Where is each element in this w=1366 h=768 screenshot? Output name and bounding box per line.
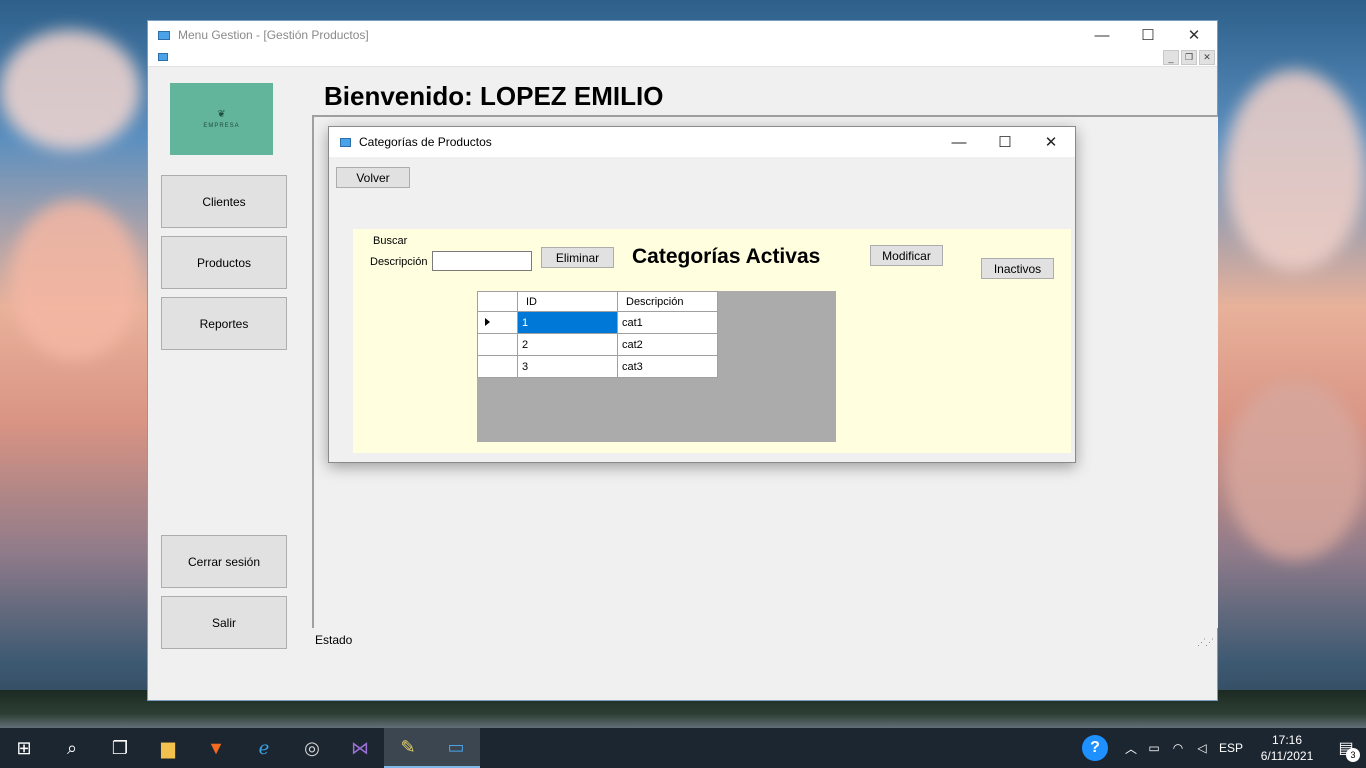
taskbar: ⊞ ⌕ ❐ ▆ ▼ ℯ ◎ ⋈ ✎ ▭ ? ︿ ▭ ◠ ◁ ESP 17:16 … [0,728,1366,768]
mdi-child-icon[interactable] [158,53,168,61]
status-label: Estado [315,633,353,647]
language-indicator[interactable]: ESP [1214,741,1248,755]
wifi-icon[interactable]: ◠ [1166,741,1190,755]
cell-id[interactable]: 3 [517,355,618,378]
minimize-button[interactable]: — [1079,21,1125,49]
child-maximize-button[interactable]: ☐ [982,127,1028,157]
child-window-title: Categorías de Productos [359,135,492,149]
table-row[interactable]: 2 cat2 [477,333,718,356]
search-icon[interactable]: ⌕ [48,728,96,768]
system-tray: ? ︿ ▭ ◠ ◁ ESP 17:16 6/11/2021 ▤ 3 [1082,728,1366,768]
logo-text: EMPRESA [203,122,240,129]
wallpaper-cloud [1225,70,1365,270]
column-header-id[interactable]: ID [517,291,618,312]
clock-date: 6/11/2021 [1260,749,1314,763]
mdi-menu-strip: _ ❐ ✕ [148,49,1217,67]
cell-id[interactable]: 2 [517,333,618,356]
chevron-up-icon[interactable]: ︿ [1120,740,1142,757]
modificar-button[interactable]: Modificar [870,245,943,266]
main-titlebar[interactable]: Menu Gestion - [Gestión Productos] — ☐ ✕ [148,21,1217,49]
notifications-icon[interactable]: ▤ 3 [1326,728,1366,768]
battery-icon[interactable]: ▭ [1142,741,1166,755]
inactivos-button[interactable]: Inactivos [981,258,1054,279]
mdi-minimize-button[interactable]: _ [1163,50,1179,65]
clock[interactable]: 17:16 6/11/2021 [1248,732,1326,764]
current-row-arrow-icon [485,317,490,326]
row-header[interactable] [477,333,518,356]
grid-header-row: ID Descripción [477,291,718,312]
volver-button[interactable]: Volver [336,167,410,188]
cell-descripcion[interactable]: cat3 [617,355,718,378]
wallpaper-cloud [10,200,140,360]
child-titlebar[interactable]: Categorías de Productos — ☐ ✕ [329,127,1075,157]
table-row[interactable]: 3 cat3 [477,355,718,378]
file-explorer-icon[interactable]: ▆ [144,728,192,768]
cell-descripcion[interactable]: cat2 [617,333,718,356]
volume-icon[interactable]: ◁ [1190,741,1214,755]
main-window-title: Menu Gestion - [Gestión Productos] [178,28,369,42]
cerrar-sesion-button[interactable]: Cerrar sesión [161,535,287,588]
mdi-restore-button[interactable]: ❐ [1181,50,1197,65]
categories-grid[interactable]: ID Descripción 1 cat1 2 cat2 3 cat3 [477,291,836,442]
reportes-button[interactable]: Reportes [161,297,287,350]
row-header-current[interactable] [477,311,518,334]
task-view-icon[interactable]: ❐ [96,728,144,768]
app-window-icon[interactable]: ▭ [432,728,480,768]
resize-grip-icon[interactable]: ⋰⋰ [1197,637,1214,648]
edge-icon[interactable]: ℯ [240,728,288,768]
app-icon [158,30,170,40]
descripcion-label: Descripción [370,256,428,268]
paint-icon[interactable]: ✎ [384,728,432,768]
mdi-close-button[interactable]: ✕ [1199,50,1215,65]
categorias-window: Categorías de Productos — ☐ ✕ Volver Bus… [328,126,1076,463]
salir-button[interactable]: Salir [161,596,287,649]
child-minimize-button[interactable]: — [936,127,982,157]
cell-id[interactable]: 1 [517,311,618,334]
table-row[interactable]: 1 cat1 [477,311,718,334]
eliminar-button[interactable]: Eliminar [541,247,614,268]
child-close-button[interactable]: ✕ [1028,127,1074,157]
row-header[interactable] [477,355,518,378]
buscar-label: Buscar [373,235,408,247]
maximize-button[interactable]: ☐ [1125,21,1171,49]
column-header-descripcion[interactable]: Descripción [617,291,718,312]
brave-browser-icon[interactable]: ▼ [192,728,240,768]
child-app-icon [340,137,351,147]
visual-studio-icon[interactable]: ⋈ [336,728,384,768]
categorias-activas-heading: Categorías Activas [632,245,821,268]
safari-icon[interactable]: ◎ [288,728,336,768]
notification-count-badge: 3 [1346,748,1360,762]
wallpaper-cloud [1225,380,1365,560]
logo-mark-icon: ❦ [217,108,226,120]
welcome-heading: Bienvenido: LOPEZ EMILIO [324,81,664,111]
clock-time: 17:16 [1271,733,1303,747]
company-logo: ❦ EMPRESA [170,83,273,155]
close-button[interactable]: ✕ [1171,21,1217,49]
productos-button[interactable]: Productos [161,236,287,289]
help-icon[interactable]: ? [1082,735,1108,761]
wallpaper-cloud [0,30,140,150]
search-input[interactable] [432,251,532,271]
categories-panel: Buscar Descripción Eliminar Categorías A… [353,229,1071,453]
windows-start-icon[interactable]: ⊞ [0,728,48,768]
clientes-button[interactable]: Clientes [161,175,287,228]
cell-descripcion[interactable]: cat1 [617,311,718,334]
grid-corner-header [477,291,518,312]
